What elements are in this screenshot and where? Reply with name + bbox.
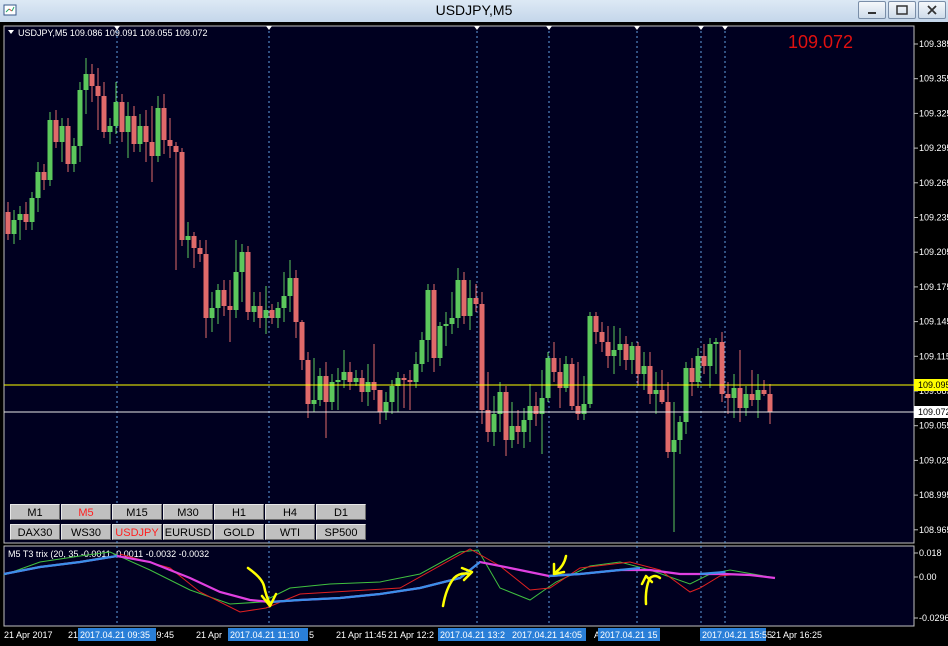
big-price: 109.072 [788,32,853,52]
indicator-tick-label: 0.018 [919,548,942,558]
candle [545,352,551,402]
time-highlight: 2017.04.21 15:55 [700,628,772,641]
symbol-button-usdjpy[interactable]: USDJPY [112,524,162,540]
time-highlight: 2017.04.21 09:35 [78,628,156,641]
time-tick-label: 5 [309,630,314,640]
symbol-button-eurusd[interactable]: EURUSD [163,524,213,540]
close-icon [927,5,937,15]
symbol-button-ws30[interactable]: WS30 [61,524,111,540]
candle [47,112,53,186]
symbol-button-dax30[interactable]: DAX30 [10,524,60,540]
timeframe-button-h4[interactable]: H4 [265,504,315,520]
minimize-button[interactable] [858,1,886,19]
price-tick-label: 109.055 [919,421,948,431]
time-tick-label: 21 Apr 2017 [4,630,53,640]
candle [719,332,725,402]
price-tick-label: 109.025 [919,455,948,465]
maximize-button[interactable] [888,1,916,19]
ask-price-tag: 109.095 [914,379,948,391]
candle [65,118,71,172]
price-tick-label: 109.325 [919,108,948,118]
window-title: USDJPY,M5 [435,2,513,18]
time-highlight-label: 2017.04.21 14:05 [512,630,582,640]
symbol-button-wti[interactable]: WTI [265,524,315,540]
time-highlight-label: 2017.04.21 15:55 [702,630,772,640]
time-highlight-label: 2017.04.21 09:35 [80,630,150,640]
bid-price-label: 109.072 [918,407,948,417]
symbol-button-sp500[interactable]: SP500 [316,524,366,540]
price-tick-label: 109.115 [919,351,948,361]
time-tick-label: 21 Apr 16:25 [771,630,822,640]
time-highlight: 2017.04.21 15 [598,628,660,641]
timeframe-button-m5[interactable]: M5 [61,504,111,520]
timeframe-button-m30[interactable]: M30 [163,504,213,520]
time-tick-label: 21 Apr 11:45 [336,630,386,640]
candle [587,312,593,408]
timeframe-button-h1[interactable]: H1 [214,504,264,520]
price-tick-label: 109.145 [919,317,948,327]
price-tick-label: 108.995 [919,490,948,500]
minimize-icon [868,12,876,14]
time-tick-label: 21 [68,630,78,640]
price-tick-label: 109.265 [919,178,948,188]
price-tick-label: 108.965 [919,525,948,535]
bid-price-tag: 109.072 [914,406,948,418]
timeframe-button-d1[interactable]: D1 [316,504,366,520]
price-tick-label: 109.385 [919,39,948,49]
time-highlight: 2017.04.21 13:2 [438,628,512,641]
symbol-button-gold[interactable]: GOLD [214,524,264,540]
time-highlight: 2017.04.21 11:10 [228,628,308,641]
price-tick-label: 109.355 [919,74,948,84]
candle [179,148,185,246]
price-tick-label: 109.175 [919,282,948,292]
close-button[interactable] [918,1,946,19]
time-highlight-label: 2017.04.21 15 [600,630,658,640]
restore-icon [896,5,908,15]
time-highlight-label: 2017.04.21 13:2 [440,630,505,640]
candle [245,246,251,320]
price-tick-label: 109.235 [919,213,948,223]
timeframe-button-m1[interactable]: M1 [10,504,60,520]
chart-area[interactable]: USDJPY,M5 109.086 109.091 109.055 109.07… [0,22,948,646]
time-highlight: 2017.04.21 14:05 [510,628,586,641]
price-tick-label: 109.205 [919,247,948,257]
window-titlebar: USDJPY,M5 [0,0,948,22]
time-tick-label: 21 Apr 12:2 [388,630,434,640]
time-highlight-label: 2017.04.21 11:10 [230,630,299,640]
price-tick-label: 109.295 [919,143,948,153]
price-axis: 109.385 109.355 109.325 109.295 109.265 109.2… [914,39,948,535]
time-tick-label: 21 Apr [196,630,222,640]
indicator-tick-label: -0.0296 [919,613,948,623]
timeframe-button-m15[interactable]: M15 [112,504,162,520]
chart-header: USDJPY,M5 109.086 109.091 109.055 109.07… [18,28,207,38]
indicator-tick-label: 0.00 [919,572,937,582]
ask-price-label: 109.095 [918,380,948,390]
candle [569,358,575,410]
candle [479,292,485,424]
